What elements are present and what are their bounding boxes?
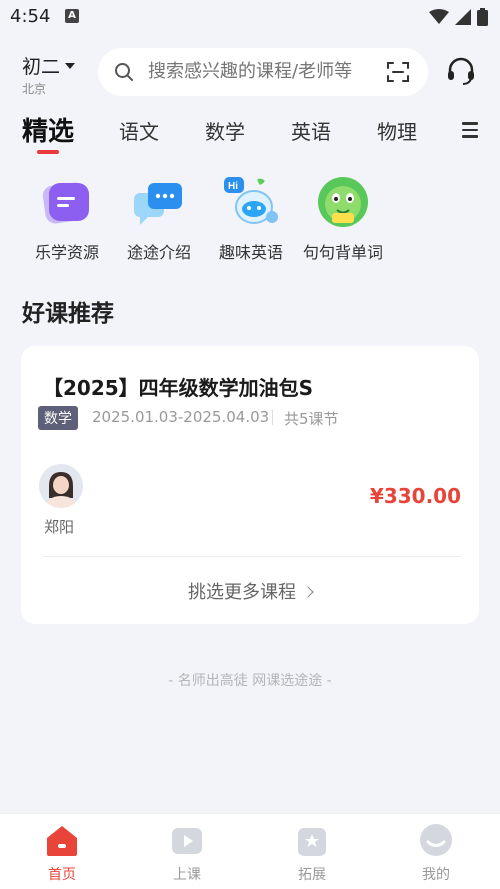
- chevron-right-icon: [302, 586, 314, 598]
- course-title: 【2025】四年级数学加油包S: [43, 376, 314, 400]
- grade-selector[interactable]: 初二 北京: [22, 52, 76, 97]
- quick-link-resources[interactable]: 乐学资源: [22, 175, 112, 263]
- svg-text:Hi: Hi: [228, 181, 238, 192]
- nav-classes[interactable]: 上课: [147, 822, 227, 884]
- subject-tag: 数学: [38, 406, 78, 430]
- header: 初二 北京: [0, 44, 500, 104]
- quick-link-fun-english[interactable]: Hi 趣味英语: [206, 175, 296, 263]
- nav-label: 首页: [48, 867, 76, 883]
- status-indicators: [429, 8, 488, 26]
- chat-bubble-icon: [132, 175, 186, 229]
- home-icon: [44, 822, 80, 858]
- resource-book-icon: [40, 175, 94, 229]
- quick-link-label: 乐学资源: [34, 243, 99, 262]
- search-bar[interactable]: [98, 48, 428, 96]
- course-dates: 2025.01.03-2025.04.03: [92, 408, 270, 426]
- quick-link-label: 句句背单词: [302, 243, 383, 262]
- tab-physics[interactable]: 物理: [377, 116, 417, 145]
- vocabulary-mascot-icon: [316, 175, 370, 229]
- mascot-hi-icon: Hi: [224, 175, 278, 229]
- scan-icon[interactable]: [386, 60, 410, 84]
- tab-math[interactable]: 数学: [205, 116, 245, 145]
- tab-featured[interactable]: 精选: [22, 111, 74, 148]
- teacher-name: 郑阳: [44, 518, 75, 536]
- nav-home[interactable]: 首页: [22, 822, 102, 884]
- city-label: 北京: [22, 82, 47, 96]
- quick-link-label: 趣味英语: [218, 243, 283, 262]
- quick-link-intro[interactable]: 途途介绍: [114, 175, 204, 263]
- bottom-nav: 首页 上课 拓展 我的: [0, 813, 500, 889]
- nav-profile[interactable]: 我的: [396, 822, 476, 884]
- nav-expand[interactable]: 拓展: [272, 822, 352, 884]
- teacher-avatar: [39, 464, 83, 508]
- quick-links: 乐学资源 途途介绍 Hi 趣味英语 句句背单词: [0, 175, 500, 270]
- more-courses-link[interactable]: 挑选更多课程: [21, 578, 479, 604]
- notification-app-icon: A: [65, 9, 79, 23]
- star-card-icon: [294, 822, 330, 858]
- grade-label: 初二: [22, 56, 61, 78]
- course-card[interactable]: 【2025】四年级数学加油包S 数学 2025.01.03-2025.04.03…: [21, 346, 479, 624]
- signal-icon: [455, 9, 471, 25]
- headset-icon[interactable]: [446, 56, 476, 86]
- divider: [43, 556, 461, 557]
- search-input[interactable]: [146, 60, 380, 83]
- quick-link-vocabulary[interactable]: 句句背单词: [298, 175, 388, 263]
- nav-label: 我的: [422, 867, 450, 883]
- profile-icon: [418, 822, 454, 858]
- lesson-count: 共5课节: [284, 410, 339, 428]
- tab-chinese[interactable]: 语文: [119, 116, 159, 145]
- search-icon: [115, 63, 133, 81]
- divider: [272, 410, 273, 425]
- play-video-icon: [169, 822, 205, 858]
- battery-icon: [477, 8, 488, 26]
- status-time: 4:54: [10, 6, 51, 27]
- subject-tabs: 精选 语文 数学 英语 物理: [0, 108, 500, 158]
- status-bar: 4:54 A: [0, 0, 500, 34]
- caret-down-icon: [65, 62, 76, 69]
- menu-icon[interactable]: [462, 122, 478, 142]
- quick-link-label: 途途介绍: [126, 243, 191, 262]
- nav-label: 拓展: [298, 867, 326, 883]
- more-courses-label: 挑选更多课程: [188, 582, 296, 603]
- section-title: 好课推荐: [22, 301, 114, 327]
- slogan: - 名师出高徒 网课选途途 -: [168, 673, 332, 689]
- course-price: ¥330.00: [369, 484, 461, 508]
- active-tab-indicator: [37, 150, 59, 154]
- tab-english[interactable]: 英语: [291, 116, 331, 145]
- wifi-icon: [429, 9, 449, 24]
- nav-label: 上课: [173, 867, 201, 883]
